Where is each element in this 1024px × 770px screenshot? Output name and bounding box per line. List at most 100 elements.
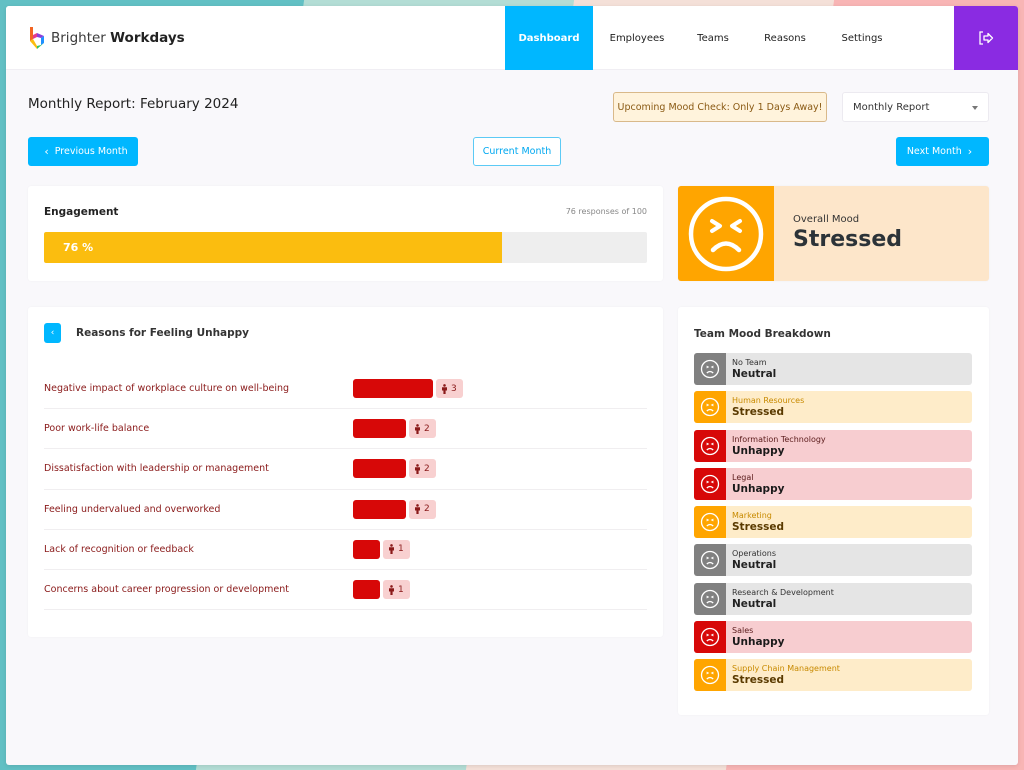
neutral-face-icon — [694, 582, 726, 615]
reason-bar — [353, 459, 406, 479]
team-name: Information Technology — [732, 434, 826, 444]
reason-count-badge: 2 — [409, 459, 436, 479]
reasons-card: ‹ Reasons for Feeling Unhappy Negative i… — [28, 307, 663, 637]
reason-bar — [353, 419, 406, 439]
engagement-card: Engagement 76 responses of 100 76 % — [28, 186, 663, 281]
team-mood-item: Legal Unhappy — [694, 467, 972, 500]
reason-bar — [353, 539, 380, 559]
reason-row: Poor work-life balance 2 — [44, 409, 647, 450]
team-mood-item: Information Technology Unhappy — [694, 429, 972, 462]
team-mood-item: No Team Neutral — [694, 353, 972, 385]
reason-bar — [353, 580, 380, 600]
reason-count: 3 — [451, 383, 457, 394]
team-mood-item: Research & Development Neutral — [694, 582, 972, 615]
person-icon — [414, 423, 424, 434]
nav-employees[interactable]: Employees — [593, 6, 681, 70]
person-icon — [414, 504, 424, 515]
reason-count: 2 — [424, 423, 430, 434]
engagement-title: Engagement — [44, 206, 119, 218]
reasons-list: Negative impact of workplace culture on … — [44, 369, 647, 611]
reason-label: Lack of recognition or feedback — [44, 543, 194, 555]
chevron-left-icon: ‹ — [50, 328, 55, 338]
mood-check-alert: Upcoming Mood Check: Only 1 Days Away! — [613, 92, 827, 122]
next-month-label: Next Month — [906, 146, 962, 157]
team-name: Legal — [732, 472, 754, 482]
reason-label: Negative impact of workplace culture on … — [44, 383, 290, 395]
reasons-back-button[interactable]: ‹ — [44, 323, 61, 343]
unhappy-face-icon — [694, 467, 726, 500]
engagement-percent: 76 % — [63, 241, 94, 254]
reasons-title: Reasons for Feeling Unhappy — [76, 327, 250, 339]
team-name: Marketing — [732, 511, 772, 521]
chevron-down-icon — [972, 106, 978, 110]
team-mood-item: Operations Neutral — [694, 544, 972, 577]
team-name: Sales — [732, 626, 754, 636]
logo[interactable]: Brighter Workdays — [28, 25, 185, 51]
reason-row: Lack of recognition or feedback 1 — [44, 530, 647, 570]
main-nav: Dashboard Employees Teams Reasons Settin… — [505, 6, 899, 70]
team-mood-item: Supply Chain Management Stressed — [694, 659, 972, 692]
nav-reasons[interactable]: Reasons — [745, 6, 825, 70]
reason-count-badge: 2 — [409, 499, 436, 519]
reason-row: Feeling undervalued and overworked 2 — [44, 490, 647, 530]
team-mood: Stressed — [732, 521, 785, 534]
team-mood-card: Team Mood Breakdown No Team Neutral Human … — [678, 307, 989, 715]
logout-button[interactable] — [954, 6, 1018, 70]
overall-mood-value: Stressed — [793, 227, 902, 252]
engagement-progress-fill: 76 % — [44, 232, 503, 263]
neutral-face-icon — [694, 544, 726, 577]
reason-row: Dissatisfaction with leadership or manag… — [44, 449, 647, 490]
overall-mood-icon-box — [678, 186, 774, 281]
team-mood: Unhappy — [732, 482, 785, 495]
reason-count: 2 — [424, 504, 430, 515]
team-name: Supply Chain Management — [732, 664, 840, 674]
page-title-period: February 2024 — [139, 96, 239, 112]
stressed-face-icon — [694, 506, 726, 539]
current-month-button[interactable]: Current Month — [473, 137, 561, 166]
stressed-face-icon — [694, 659, 726, 692]
brand-name-light: Brighter — [51, 29, 106, 46]
person-icon — [388, 544, 398, 555]
team-name: Human Resources — [732, 396, 805, 406]
report-type-value: Monthly Report — [853, 101, 930, 113]
reason-label: Feeling undervalued and overworked — [44, 503, 221, 515]
chevron-left-icon: ‹ — [44, 145, 49, 158]
nav-dashboard[interactable]: Dashboard — [505, 6, 593, 70]
nav-teams[interactable]: Teams — [681, 6, 745, 70]
top-navbar: Brighter Workdays Dashboard Employees Te… — [6, 6, 1018, 70]
team-mood: Unhappy — [732, 444, 785, 457]
logout-icon — [979, 31, 994, 45]
reason-count-badge: 2 — [409, 419, 436, 439]
team-mood-list: No Team Neutral Human Resources Stressed Inf… — [694, 353, 972, 698]
reason-bar — [353, 499, 406, 519]
team-mood: Stressed — [732, 406, 785, 419]
reason-label: Poor work-life balance — [44, 423, 150, 435]
engagement-responses: 76 responses of 100 — [565, 207, 647, 216]
reason-row: Concerns about career progression or dev… — [44, 570, 647, 611]
team-name: Research & Development — [732, 587, 834, 597]
team-mood: Neutral — [732, 559, 777, 572]
previous-month-label: Previous Month — [54, 146, 128, 157]
team-name: Operations — [732, 549, 776, 559]
reason-label: Dissatisfaction with leadership or manag… — [44, 463, 269, 475]
stressed-face-icon — [694, 391, 726, 424]
reason-count: 1 — [398, 584, 404, 595]
reason-row: Negative impact of workplace culture on … — [44, 369, 647, 410]
reason-count-badge: 3 — [436, 379, 463, 399]
report-type-select[interactable]: Monthly Report — [842, 92, 989, 122]
team-mood: Neutral — [732, 597, 777, 610]
next-month-button[interactable]: Next Month › — [896, 137, 989, 166]
chevron-right-icon: › — [967, 145, 973, 158]
team-mood-item: Marketing Stressed — [694, 506, 972, 539]
person-icon — [441, 383, 451, 394]
reason-bar — [353, 379, 433, 399]
team-mood-item: Sales Unhappy — [694, 621, 972, 654]
person-icon — [388, 584, 398, 595]
previous-month-button[interactable]: ‹ Previous Month — [28, 137, 138, 166]
engagement-progress-bar: 76 % — [44, 232, 647, 263]
unhappy-face-icon — [694, 429, 726, 462]
overall-mood-label: Overall Mood — [793, 214, 860, 225]
reason-count-badge: 1 — [383, 539, 410, 559]
reason-count-badge: 1 — [383, 580, 410, 600]
nav-settings[interactable]: Settings — [825, 6, 899, 70]
